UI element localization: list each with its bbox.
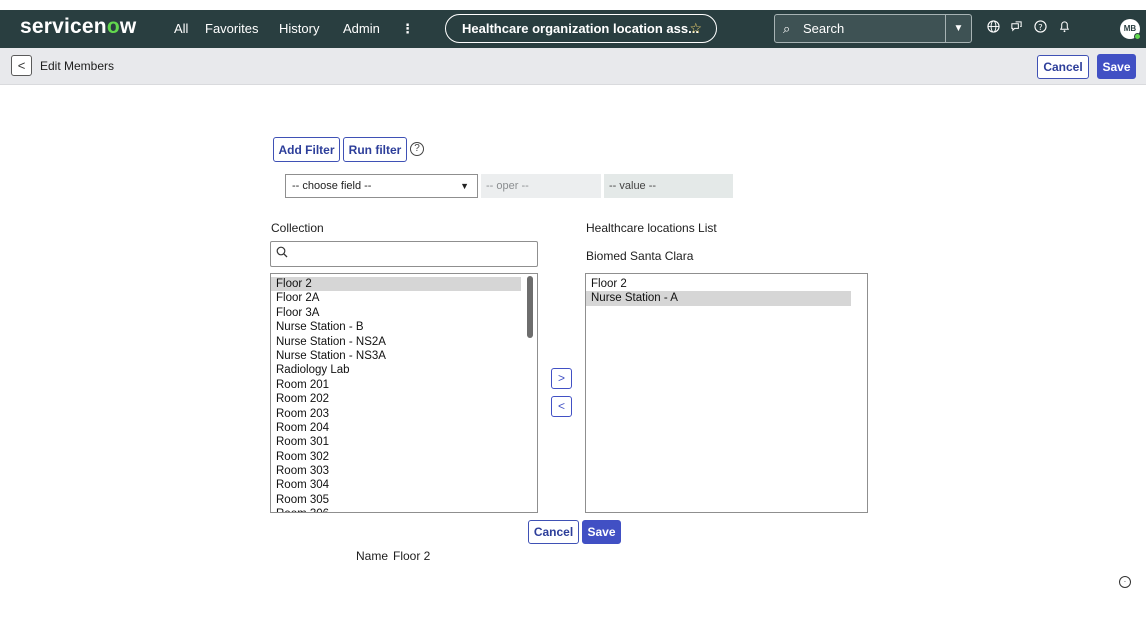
presence-indicator	[1134, 33, 1141, 40]
list-item[interactable]: Nurse Station - NS2A	[271, 335, 521, 349]
favorite-star-icon[interactable]: ☆	[689, 15, 702, 42]
remove-from-list-button[interactable]: <	[551, 396, 572, 417]
nav-favorites[interactable]: Favorites	[205, 21, 258, 37]
record-title: Healthcare organization location ass...	[462, 21, 699, 36]
filter-help-icon[interactable]: ?	[410, 142, 424, 156]
list-item[interactable]: Nurse Station - NS3A	[271, 349, 521, 363]
list-item[interactable]: Room 201	[271, 378, 521, 392]
value-field: -- value --	[604, 174, 733, 198]
top-navbar: servicenow All Favorites History Admin ⋮…	[0, 10, 1146, 48]
chevron-right-icon: >	[557, 371, 565, 385]
chevron-down-icon: ▼	[460, 181, 469, 191]
search-icon	[276, 246, 288, 261]
global-search-input[interactable]: ⌕ Search ▼	[774, 14, 972, 43]
list-item[interactable]: Room 306	[271, 507, 521, 512]
members-list[interactable]: Floor 2 Nurse Station - A	[585, 273, 868, 513]
members-list-label: Healthcare locations List	[586, 221, 717, 235]
more-menu-icon[interactable]: ⋮	[401, 21, 414, 37]
collection-label: Collection	[271, 221, 324, 235]
list-item[interactable]: Nurse Station - A	[586, 291, 851, 306]
list-item[interactable]: Nurse Station - B	[271, 320, 521, 334]
operator-select: -- oper --	[481, 174, 601, 198]
servicenow-logo[interactable]: servicenow	[20, 14, 136, 40]
list-item[interactable]: Floor 3A	[271, 306, 521, 320]
add-to-list-button[interactable]: >	[551, 368, 572, 389]
stopwatch-icon[interactable]: ·	[1119, 576, 1131, 588]
list-item[interactable]: Floor 2A	[271, 291, 521, 305]
list-item[interactable]: Room 204	[271, 421, 521, 435]
help-icon[interactable]: ?	[1031, 20, 1049, 38]
chevron-left-icon: <	[17, 58, 26, 73]
nav-admin[interactable]: Admin	[343, 21, 380, 37]
chat-icon[interactable]	[1007, 20, 1025, 38]
list-item[interactable]: Room 301	[271, 435, 521, 449]
header-cancel-button[interactable]: Cancel	[1037, 55, 1089, 79]
back-button[interactable]: <	[11, 55, 32, 76]
form-header: < Edit Members Cancel Save	[0, 48, 1146, 85]
header-save-button[interactable]: Save	[1097, 54, 1136, 79]
svg-text:?: ?	[1038, 22, 1042, 32]
run-filter-button[interactable]: Run filter	[343, 137, 407, 162]
search-scope-dropdown[interactable]: ▼	[945, 15, 971, 42]
collection-scrollbar[interactable]	[527, 276, 533, 338]
list-item[interactable]: Floor 2	[271, 277, 521, 292]
choose-field-select[interactable]: -- choose field -- ▼	[285, 174, 478, 198]
list-item[interactable]: Room 302	[271, 450, 521, 464]
save-button[interactable]: Save	[582, 520, 621, 544]
list-item[interactable]: Floor 2	[586, 277, 851, 291]
collection-search-input[interactable]	[270, 241, 538, 267]
bell-icon[interactable]	[1055, 20, 1073, 38]
add-filter-button[interactable]: Add Filter	[273, 137, 340, 162]
list-item[interactable]: Radiology Lab	[271, 363, 521, 377]
parent-record-label: Biomed Santa Clara	[586, 249, 694, 263]
list-item[interactable]: Room 305	[271, 493, 521, 507]
record-title-pill[interactable]: Healthcare organization location ass... …	[445, 14, 717, 43]
search-icon: ⌕	[783, 21, 791, 36]
list-item[interactable]: Room 304	[271, 478, 521, 492]
list-item[interactable]: Room 203	[271, 407, 521, 421]
cancel-button[interactable]: Cancel	[528, 520, 579, 544]
list-item[interactable]: Room 202	[271, 392, 521, 406]
name-value: Floor 2	[393, 549, 431, 563]
search-placeholder: Search	[803, 21, 845, 36]
globe-icon[interactable]	[984, 20, 1002, 38]
page-title: Edit Members	[40, 59, 115, 73]
nav-history[interactable]: History	[279, 21, 319, 37]
chevron-left-icon: <	[557, 399, 565, 413]
top-strip	[0, 0, 1146, 10]
list-item[interactable]: Room 303	[271, 464, 521, 478]
name-label: Name	[356, 549, 389, 563]
collection-list[interactable]: Floor 2 Floor 2A Floor 3A Nurse Station - B…	[270, 273, 538, 513]
nav-all[interactable]: All	[174, 21, 188, 37]
user-avatar[interactable]: MB	[1120, 19, 1141, 40]
